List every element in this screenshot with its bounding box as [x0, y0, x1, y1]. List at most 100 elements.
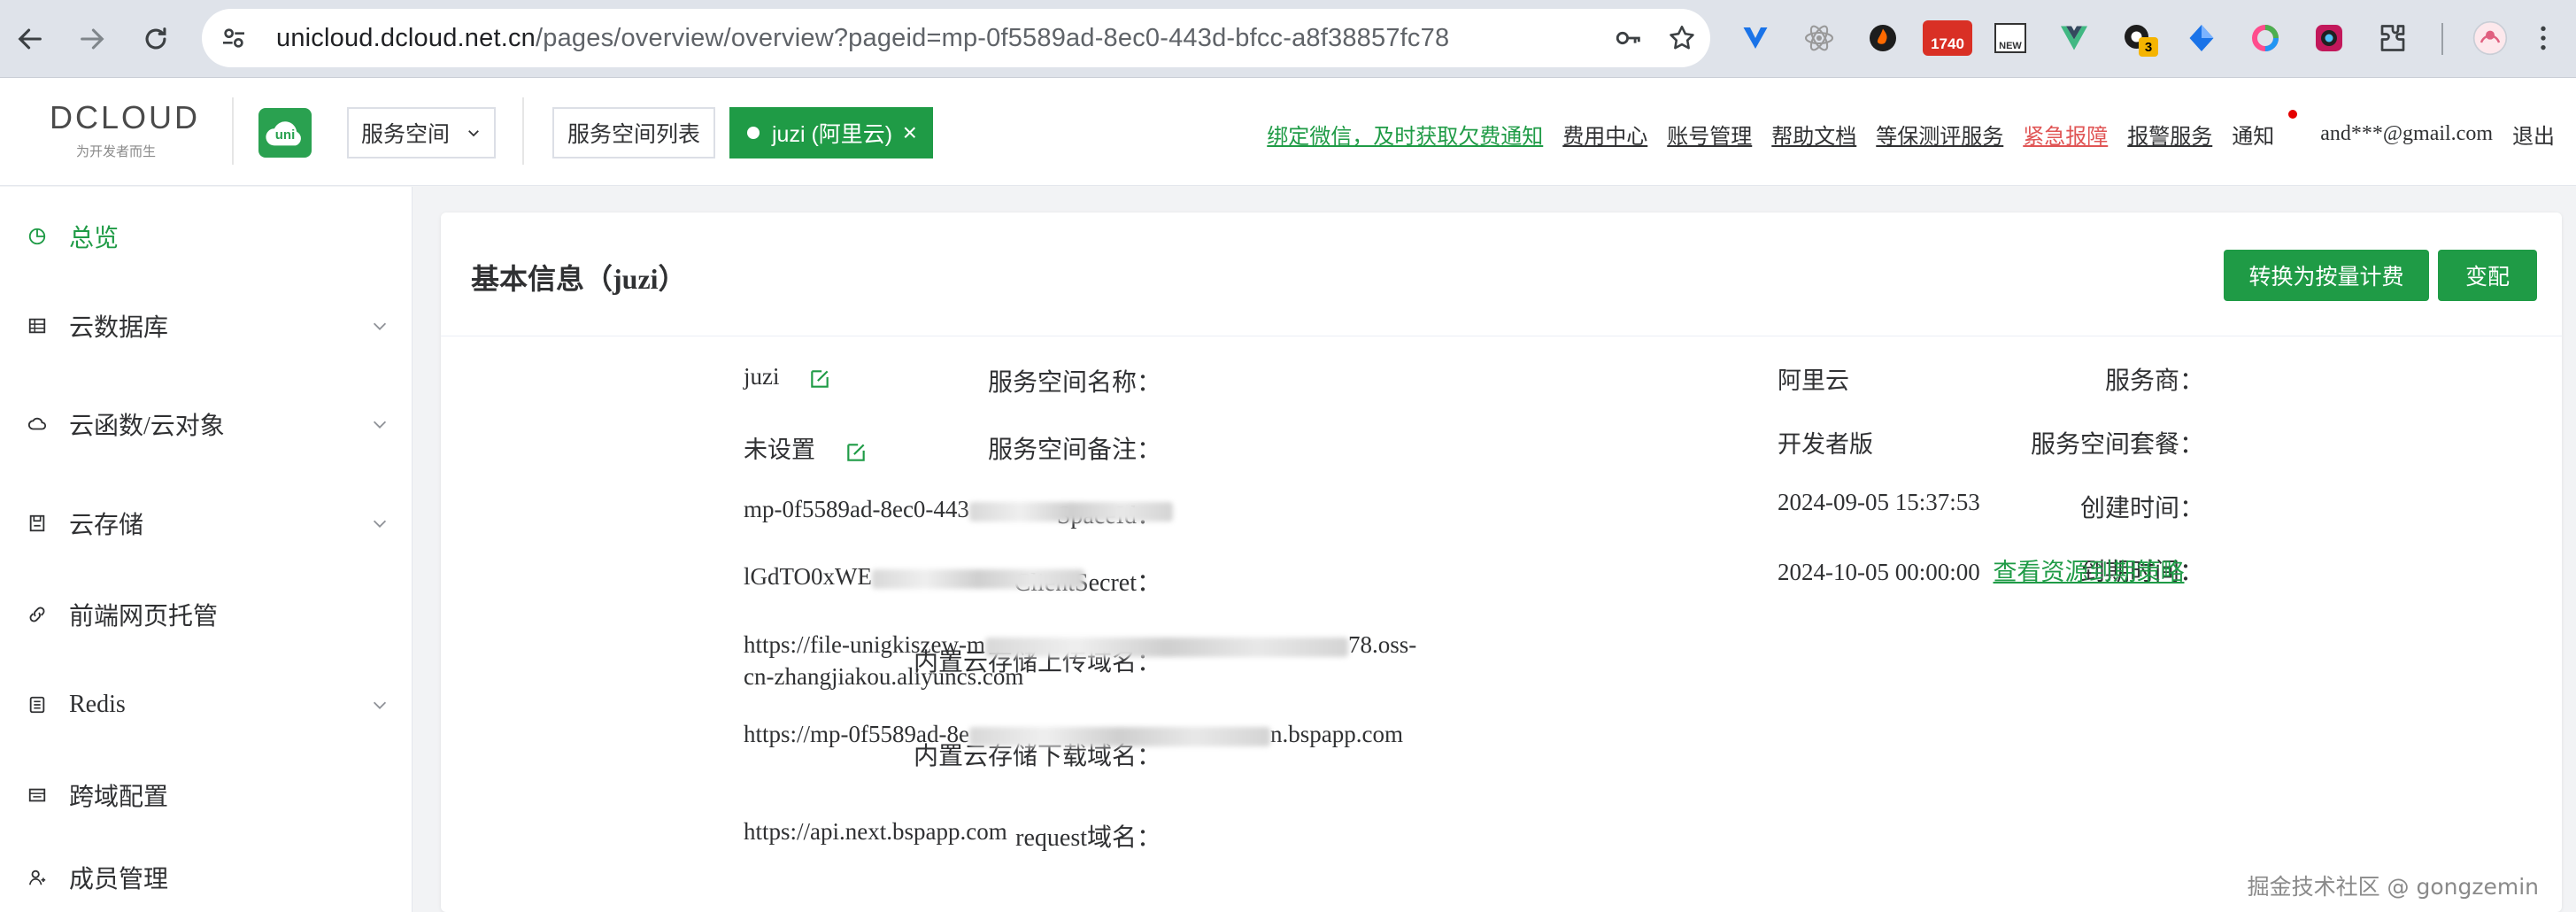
billing-center-link[interactable]: 费用中心: [1562, 119, 1647, 150]
close-tag-icon[interactable]: ×: [903, 119, 917, 147]
url-text: unicloud.dcloud.net.cn/pages/overview/ov…: [276, 23, 1450, 52]
site-settings-icon[interactable]: [216, 20, 251, 56]
help-docs-link[interactable]: 帮助文档: [1771, 119, 1856, 150]
unicloud-logo[interactable]: uni: [258, 108, 312, 158]
sidebar-item-redis[interactable]: Redis: [0, 674, 413, 736]
bookmark-star-icon[interactable]: [1664, 20, 1700, 56]
page-title: 基本信息（juzi）: [471, 263, 687, 295]
extension-new-icon[interactable]: NEW: [1990, 18, 2031, 58]
table-icon: [25, 313, 50, 338]
window-icon: [25, 783, 50, 808]
extension-diamond-icon[interactable]: [2181, 18, 2222, 58]
user-icon: [25, 865, 50, 890]
back-button[interactable]: [7, 16, 53, 62]
chevron-down-icon: [373, 322, 387, 330]
extension-vue-icon[interactable]: [2054, 18, 2094, 58]
storage-icon: [25, 511, 50, 536]
request-domain-value: https://api.next.bspapp.com: [744, 818, 1007, 845]
unread-dot: [2288, 110, 2298, 119]
extension-picker-icon[interactable]: [2309, 18, 2349, 58]
extension-flame-icon[interactable]: [1863, 18, 1903, 58]
header-divider: [232, 97, 234, 165]
extension-color-ring-icon[interactable]: [2245, 18, 2286, 58]
address-bar[interactable]: unicloud.dcloud.net.cn/pages/overview/ov…: [202, 9, 1710, 67]
user-email[interactable]: and***@gmail.com: [2320, 122, 2493, 146]
sidebar: 总览 云数据库 云函数/云对象 云存储 前端网页托管 Redis 跨域配置 成员…: [0, 187, 413, 912]
mlps-service-link[interactable]: 等保测评服务: [1876, 119, 2003, 150]
basic-info-card: 基本信息（juzi） 转换为按量计费 变配 服务空间名称： juzi 服务空间备…: [441, 213, 2562, 912]
redacted-text: [968, 726, 1270, 746]
chevron-down-icon: [373, 421, 387, 429]
redacted-text: [968, 501, 1173, 522]
expire-time-value: 2024-10-05 00:00:00 查看资源到期策略: [1778, 559, 2185, 585]
info-label: 服务空间套餐：: [2030, 431, 2204, 459]
emergency-report-link[interactable]: 紧急报障: [2023, 119, 2108, 150]
extension-react-icon[interactable]: [1799, 18, 1839, 58]
sidebar-item-database[interactable]: 云数据库: [0, 295, 413, 357]
pie-chart-icon: [25, 224, 50, 249]
space-list-button[interactable]: 服务空间列表: [552, 107, 715, 158]
link-icon: [25, 602, 50, 627]
space-name-value: juzi: [744, 363, 831, 390]
provider-value: 阿里云: [1778, 367, 1849, 394]
alarm-service-link[interactable]: 报警服务: [2127, 119, 2212, 150]
arrow-left-icon: [18, 28, 42, 50]
download-domain-value: https://mp-0f5589ad-8e n.bspapp.com: [744, 721, 1403, 747]
account-manage-link[interactable]: 账号管理: [1667, 119, 1752, 150]
list-icon: [25, 692, 50, 717]
reload-icon: [145, 27, 166, 50]
browser-menu-icon[interactable]: [2530, 18, 2557, 58]
chevron-down-icon: [468, 130, 479, 137]
top-links: 绑定微信，及时获取欠费通知 费用中心 账号管理 帮助文档 等保测评服务 紧急报障…: [1267, 110, 2555, 150]
toolbar-separator: [2441, 23, 2443, 55]
sidebar-item-overview[interactable]: 总览: [0, 205, 413, 267]
status-dot: [747, 127, 760, 139]
edit-icon[interactable]: [808, 367, 831, 390]
browser-toolbar: unicloud.dcloud.net.cn/pages/overview/ov…: [0, 0, 2576, 78]
chevron-down-icon: [373, 701, 387, 709]
current-space-tag[interactable]: juzi (阿里云) ×: [729, 107, 933, 158]
space-remark-value: 未设置: [744, 430, 868, 465]
edit-icon[interactable]: [845, 441, 868, 464]
sidebar-item-cloud-function[interactable]: 云函数/云对象: [0, 393, 413, 455]
extension-1740-icon[interactable]: 1740: [1921, 18, 1974, 58]
forward-button[interactable]: [69, 16, 115, 62]
change-config-button[interactable]: 变配: [2438, 250, 2537, 301]
key-icon[interactable]: [1611, 20, 1647, 56]
dcloud-logo[interactable]: DCLOUD 为开发者而生: [50, 99, 209, 163]
switch-pay-as-you-go-button[interactable]: 转换为按量计费: [2224, 250, 2429, 301]
plan-value: 开发者版: [1778, 431, 1873, 458]
client-secret-value: lGdTO0xWE: [744, 563, 1084, 591]
expire-policy-link[interactable]: 查看资源到期策略: [1994, 559, 2185, 585]
header-divider: [522, 97, 524, 165]
info-label: 服务商：: [2104, 367, 2204, 395]
extension-y-icon[interactable]: [1735, 18, 1776, 58]
redacted-text: [871, 568, 1084, 589]
cloud-icon: [25, 412, 50, 437]
info-label: request域名：: [1015, 824, 1161, 852]
chevron-down-icon: [373, 520, 387, 528]
sidebar-item-storage[interactable]: 云存储: [0, 492, 413, 554]
space-id-value: mp-0f5589ad-8ec0-443: [744, 496, 1173, 523]
created-time-value: 2024-09-05 15:37:53: [1778, 489, 1980, 515]
sidebar-item-cors[interactable]: 跨域配置: [0, 764, 413, 826]
sidebar-item-web-hosting[interactable]: 前端网页托管: [0, 584, 413, 645]
profile-avatar-icon[interactable]: [2470, 18, 2510, 58]
space-select-dropdown[interactable]: 服务空间: [347, 107, 496, 158]
info-label: 创建时间：: [2079, 495, 2204, 522]
info-label: 服务空间备注：: [987, 437, 1161, 464]
watermark: 掘金技术社区 @ gongzemin: [2247, 874, 2539, 900]
arrow-right-icon: [81, 28, 104, 50]
info-label: 服务空间名称：: [987, 369, 1161, 397]
notification-link[interactable]: 通知: [2232, 110, 2298, 150]
logout-link[interactable]: 退出: [2512, 119, 2555, 150]
redacted-text: [984, 637, 1348, 657]
bind-wechat-link[interactable]: 绑定微信，及时获取欠费通知: [1267, 119, 1543, 150]
reload-button[interactable]: [133, 16, 179, 62]
card-header: 基本信息（juzi） 转换为按量计费 变配: [441, 213, 2562, 336]
upload-domain-value: https://file-unigkiszew-m 78.oss- cn-zhan…: [744, 631, 1417, 690]
extensions-puzzle-icon[interactable]: [2372, 18, 2413, 58]
sidebar-item-members[interactable]: 成员管理: [0, 846, 413, 908]
app-header: DCLOUD 为开发者而生 uni 服务空间 服务空间列表 juzi (阿里云)…: [0, 78, 2576, 186]
extension-3-icon[interactable]: 3: [2117, 18, 2158, 58]
